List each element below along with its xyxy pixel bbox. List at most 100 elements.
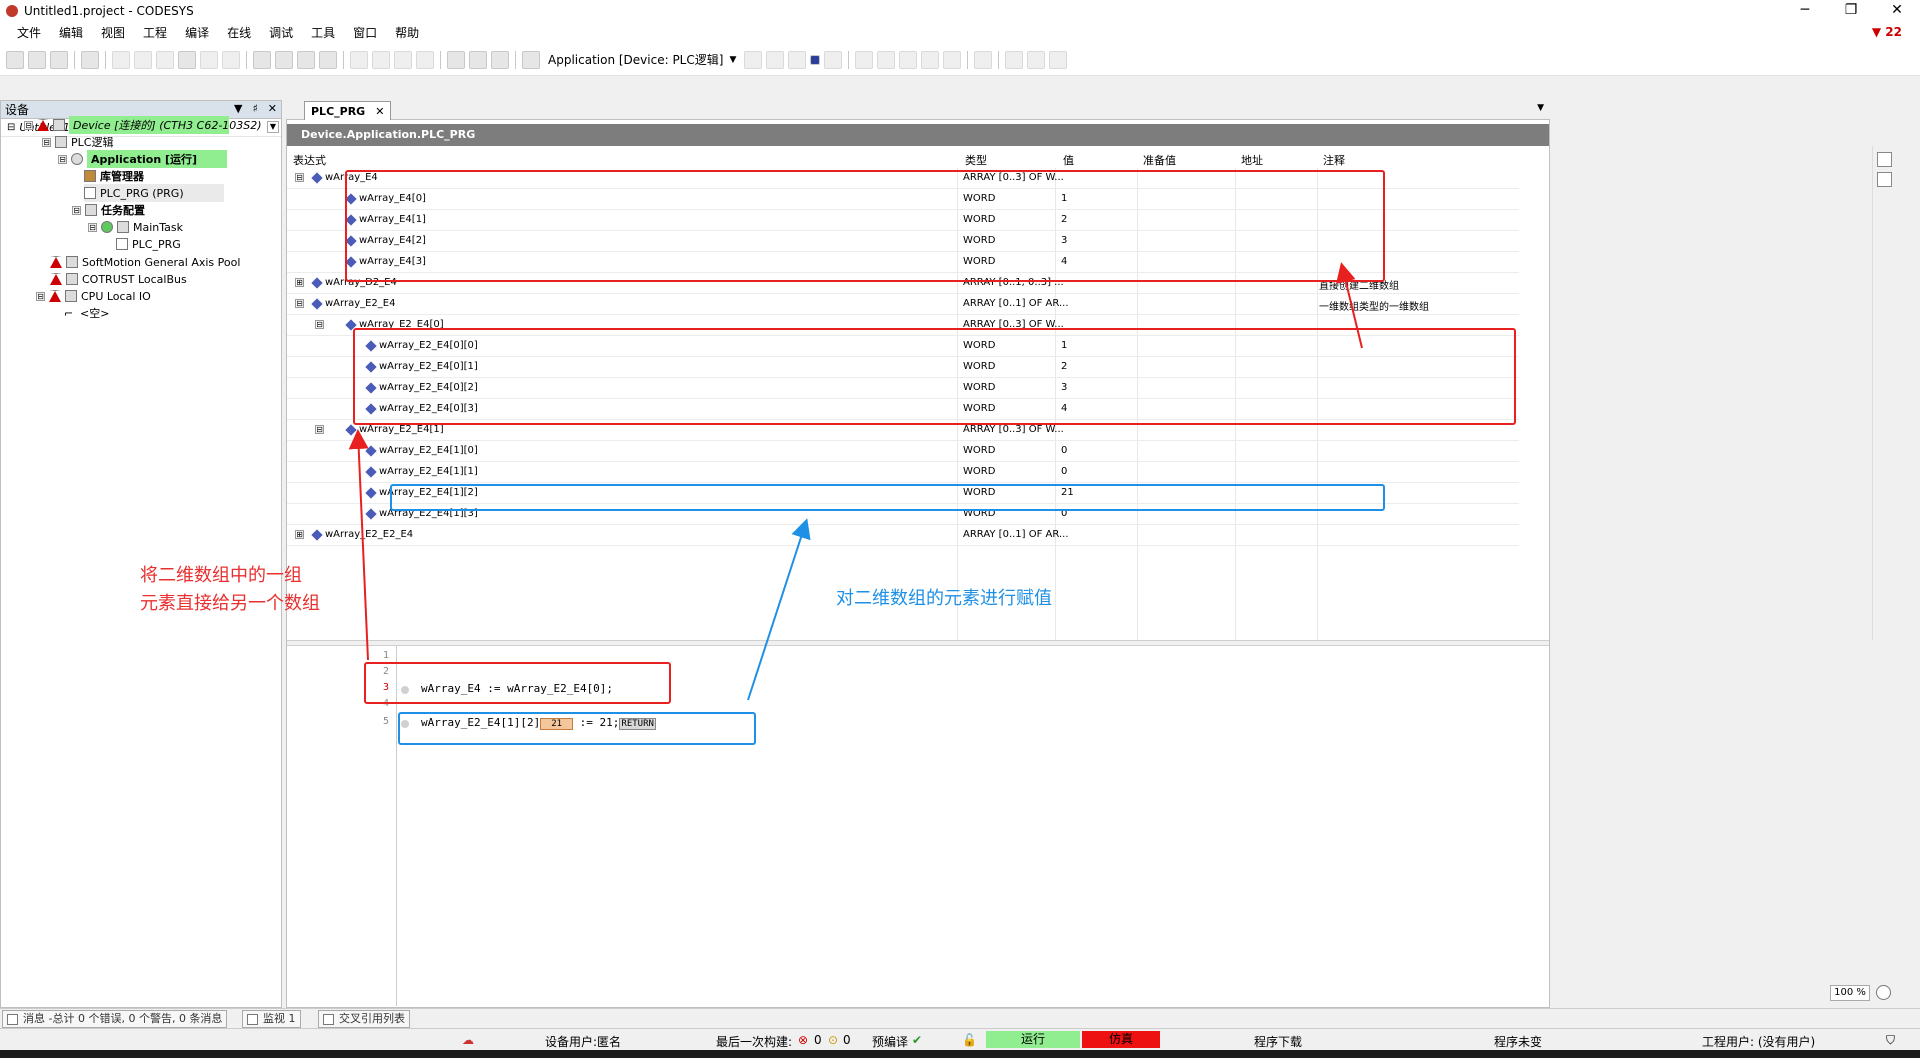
stop-icon[interactable] (810, 54, 821, 65)
tree-expander[interactable]: ⊟ (36, 291, 45, 301)
reset-icon[interactable] (824, 50, 843, 69)
tree-expander[interactable]: ⊟ (88, 222, 97, 232)
open-file-icon[interactable] (28, 50, 46, 69)
column-header-prepared-value[interactable]: 准备值 (1143, 152, 1176, 168)
bookmark-icon[interactable] (350, 50, 368, 69)
tab-messages[interactable]: 消息 -总计 0 个错误, 0 个警告, 0 条消息 (2, 1010, 228, 1028)
application-selector[interactable]: Application [Device: PLC逻辑] (542, 51, 729, 68)
table-row[interactable]: wArray_E2_E4[1][0] WORD 0 (287, 441, 1519, 462)
column-header-type[interactable]: 类型 (965, 152, 987, 168)
tree-dropdown-icon[interactable]: ▼ (267, 121, 279, 133)
column-header-expression[interactable]: 表达式 (293, 152, 326, 168)
status-precompile[interactable]: 预编译 (872, 1033, 908, 1050)
panel-close-icon[interactable]: ✕ (268, 102, 277, 115)
tab-watch-1[interactable]: 监视 1 (242, 1010, 301, 1028)
copy-icon[interactable] (178, 50, 196, 69)
menu-edit[interactable]: 编辑 (50, 22, 92, 44)
paste-icon[interactable] (200, 50, 218, 69)
row-expander[interactable]: ⊞ (295, 530, 304, 539)
panel-dropdown-icon[interactable]: ▼ (234, 102, 242, 115)
redo-icon[interactable] (134, 50, 152, 69)
step-out-icon[interactable] (899, 50, 918, 69)
menu-help[interactable]: 帮助 (386, 22, 428, 44)
find-all-icon[interactable] (297, 50, 315, 69)
build-icon[interactable] (522, 50, 540, 69)
menu-debug[interactable]: 调试 (260, 22, 302, 44)
tree-node-plc-logic[interactable]: ⊟ PLC逻辑 (42, 133, 113, 151)
tree-expander[interactable]: ⊟ (24, 120, 33, 130)
find-icon[interactable] (253, 50, 271, 69)
menu-file[interactable]: 文件 (8, 22, 50, 44)
error-count-badge[interactable]: ▼ 22 (1872, 25, 1902, 39)
delete-icon[interactable] (222, 50, 240, 69)
row-expander[interactable]: ⊟ (295, 299, 304, 308)
menu-online[interactable]: 在线 (218, 22, 260, 44)
declaration-view-icon[interactable] (1877, 152, 1892, 167)
show-next-statement-icon[interactable] (974, 50, 993, 69)
tree-root-expander[interactable]: ⊟ (7, 122, 15, 133)
step-over-icon[interactable] (855, 50, 874, 69)
pin-icon[interactable]: ♯ (252, 102, 257, 115)
tree-node-plc-prg-call[interactable]: PLC_PRG (116, 235, 181, 253)
tab-cross-reference[interactable]: 交叉引用列表 (318, 1010, 410, 1028)
tree-node-device[interactable]: ⊟ Device [连接的] (CTH3 C62-103S2) (24, 116, 262, 134)
column-header-address[interactable]: 地址 (1241, 152, 1263, 168)
logout-icon[interactable] (766, 50, 785, 69)
column-header-comment[interactable]: 注释 (1323, 152, 1345, 168)
security-shield-icon[interactable]: ⛉ (1886, 1033, 1895, 1048)
tree-node-empty-slot[interactable]: ⌐ <空> (64, 304, 109, 322)
print-icon[interactable] (81, 50, 99, 69)
step-into-icon[interactable] (877, 50, 896, 69)
tree-node-softmotion[interactable]: SoftMotion General Axis Pool (50, 253, 240, 271)
tabular-view-icon[interactable] (1877, 172, 1892, 187)
unforce-icon[interactable] (1049, 50, 1068, 69)
tab-plc-prg[interactable]: PLC_PRG ✕ (304, 101, 392, 120)
row-expander[interactable]: ⊟ (315, 320, 324, 329)
layout-icon[interactable] (469, 50, 487, 69)
tab-list-dropdown-icon[interactable]: ▼ (1537, 103, 1544, 113)
row-expander[interactable]: ⊟ (295, 173, 304, 182)
zoom-level[interactable]: 100 % (1830, 985, 1870, 1001)
tab-close-icon[interactable]: ✕ (375, 105, 384, 118)
menu-window[interactable]: 窗口 (344, 22, 386, 44)
breakpoint-icon[interactable] (943, 50, 962, 69)
replace-icon[interactable] (275, 50, 293, 69)
tree-expander[interactable]: ⊟ (58, 154, 67, 164)
tree-node-task-config[interactable]: ⊟ 任务配置 (72, 201, 145, 219)
tree-node-library-manager[interactable]: 库管理器 (84, 167, 144, 185)
menu-tools[interactable]: 工具 (302, 22, 344, 44)
close-button[interactable]: ✕ (1874, 0, 1920, 22)
row-expander[interactable]: ⊟ (315, 425, 324, 434)
prev-bookmark-icon[interactable] (372, 50, 390, 69)
new-file-icon[interactable] (6, 50, 24, 69)
menu-project[interactable]: 工程 (134, 22, 176, 44)
tree-node-localbus[interactable]: COTRUST LocalBus (50, 270, 187, 288)
cut-icon[interactable] (156, 50, 174, 69)
tree-node-cpu-io[interactable]: ⊟ CPU Local IO (36, 287, 151, 305)
chevron-down-icon[interactable]: ▼ (729, 55, 736, 65)
row-expander[interactable]: ⊞ (295, 278, 304, 287)
clear-bookmarks-icon[interactable] (416, 50, 434, 69)
menu-build[interactable]: 编译 (176, 22, 218, 44)
maximize-button[interactable]: ❐ (1828, 0, 1874, 22)
window-icon[interactable] (447, 50, 465, 69)
tree-expander[interactable]: ⊟ (72, 205, 81, 215)
undo-icon[interactable] (112, 50, 130, 69)
replace-all-icon[interactable] (319, 50, 337, 69)
column-header-value[interactable]: 值 (1063, 152, 1074, 168)
table-row[interactable]: ⊞ wArray_E2_E2_E4 ARRAY [0..1] OF AR... (287, 525, 1519, 546)
table-row[interactable]: wArray_E2_E4[1][1] WORD 0 (287, 462, 1519, 483)
minimize-button[interactable]: ─ (1782, 0, 1828, 22)
tree-node-plc-prg[interactable]: PLC_PRG (PRG) (84, 184, 224, 202)
cell-value[interactable]: 0 (1061, 445, 1067, 456)
login-icon[interactable] (744, 50, 763, 69)
force-values-icon[interactable] (1027, 50, 1046, 69)
save-icon[interactable] (50, 50, 68, 69)
write-values-icon[interactable] (1005, 50, 1024, 69)
tree-expander[interactable]: ⊟ (42, 137, 51, 147)
tree-node-application[interactable]: ⊟ Application [运行] (58, 150, 227, 168)
export-icon[interactable] (491, 50, 509, 69)
menu-view[interactable]: 视图 (92, 22, 134, 44)
table-row[interactable]: ⊟ wArray_E2_E4 ARRAY [0..1] OF AR... 一维数组类型… (287, 294, 1519, 315)
zoom-icon[interactable] (1876, 985, 1891, 1000)
